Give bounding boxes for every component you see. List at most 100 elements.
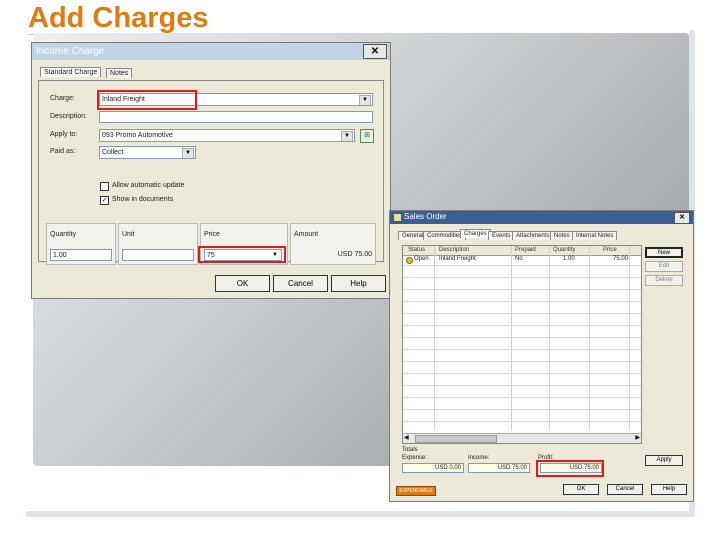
close-icon: ✕ bbox=[370, 46, 380, 57]
horizontal-scrollbar[interactable]: ◀ ▶ bbox=[403, 433, 641, 443]
quantity-label: Quantity bbox=[50, 231, 77, 238]
charge-highlight bbox=[97, 90, 197, 110]
grid-header: Status Description Prepaid Quantity Pric… bbox=[403, 246, 641, 256]
apply-button[interactable]: Apply bbox=[645, 455, 683, 466]
row-divider bbox=[403, 265, 641, 266]
row-divider bbox=[403, 409, 641, 410]
column-header[interactable]: Price bbox=[603, 247, 617, 253]
row-divider bbox=[403, 277, 641, 278]
tab-attachments[interactable]: Attachments bbox=[512, 231, 554, 240]
show-in-documents-label: Show in documents bbox=[112, 196, 174, 203]
sales-order-window: Sales Order ✕ General Commodities Charge… bbox=[389, 210, 694, 502]
description-label: Description: bbox=[50, 113, 87, 120]
tab-charges[interactable]: Charges bbox=[460, 229, 491, 238]
close-button[interactable]: ✕ bbox=[674, 212, 690, 224]
column-header[interactable]: Status bbox=[408, 247, 425, 253]
charges-grid: Status Description Prepaid Quantity Pric… bbox=[402, 245, 642, 444]
row-divider bbox=[403, 325, 641, 326]
sales-order-titlebar: Sales Order ✕ bbox=[390, 211, 693, 224]
column-divider bbox=[629, 246, 630, 431]
charge-label: Charge: bbox=[50, 95, 75, 102]
row-prepaid: No bbox=[515, 256, 523, 262]
show-in-documents-checkbox[interactable]: ✓ bbox=[100, 196, 109, 205]
slide-title: Add Charges bbox=[28, 2, 209, 34]
column-divider bbox=[589, 246, 590, 431]
scroll-right-icon[interactable]: ▶ bbox=[635, 434, 640, 441]
row-status: Open bbox=[414, 256, 429, 262]
scroll-thumb[interactable] bbox=[415, 435, 497, 443]
row-divider bbox=[403, 349, 641, 350]
close-button[interactable]: ✕ bbox=[363, 44, 387, 59]
paid-as-select[interactable]: Collect ▼ bbox=[99, 146, 196, 159]
row-divider bbox=[403, 337, 641, 338]
row-divider bbox=[403, 361, 641, 362]
quantity-input[interactable]: 1.00 bbox=[50, 249, 112, 261]
income-charge-titlebar: Income Charge ✕ bbox=[32, 43, 390, 60]
allow-auto-update-checkbox[interactable] bbox=[100, 182, 109, 191]
help-button[interactable]: Help bbox=[651, 484, 687, 495]
table-row[interactable]: Open Inland Freight No 1.00 75.00 bbox=[403, 256, 641, 264]
row-divider bbox=[403, 301, 641, 302]
column-header[interactable]: Description bbox=[439, 247, 469, 253]
allow-auto-update-label: Allow automatic update bbox=[112, 182, 185, 189]
column-header[interactable]: Quantity bbox=[553, 247, 575, 253]
help-button[interactable]: Help bbox=[331, 275, 386, 292]
scroll-left-icon[interactable]: ◀ bbox=[404, 434, 409, 441]
row-divider bbox=[403, 421, 641, 422]
totals-label: Totals bbox=[402, 447, 418, 453]
chevron-down-icon[interactable]: ▼ bbox=[359, 95, 371, 105]
paid-as-value: Collect bbox=[102, 149, 124, 156]
profit-highlight bbox=[536, 460, 604, 477]
row-divider bbox=[403, 385, 641, 386]
unit-input[interactable] bbox=[122, 249, 194, 261]
chevron-down-icon[interactable]: ▼ bbox=[341, 131, 353, 141]
tab-internal-notes[interactable]: Internal Notes bbox=[572, 231, 618, 240]
status-badge: EXPENDABLE bbox=[396, 486, 436, 496]
description-input[interactable] bbox=[99, 111, 373, 123]
tab-events[interactable]: Events bbox=[488, 231, 515, 240]
amount-value: USD 75.00 bbox=[337, 251, 372, 258]
row-description: Inland Freight bbox=[439, 256, 476, 262]
tab-notes[interactable]: Notes bbox=[106, 68, 133, 78]
income-charge-dialog: Income Charge ✕ Standard Charge Notes Ch… bbox=[31, 42, 391, 299]
apply-to-select[interactable]: 093 Promo Automotive ▼ bbox=[99, 129, 355, 142]
apply-to-value: 093 Promo Automotive bbox=[102, 132, 173, 139]
column-header[interactable]: Prepaid bbox=[515, 247, 536, 253]
amount-label: Amount bbox=[294, 231, 319, 238]
tab-standard-charge[interactable]: Standard Charge bbox=[40, 67, 102, 77]
close-icon: ✕ bbox=[679, 214, 685, 221]
column-divider bbox=[434, 246, 435, 431]
new-button[interactable]: New bbox=[645, 247, 683, 258]
column-divider bbox=[511, 246, 512, 431]
row-quantity: 1.00 bbox=[563, 256, 575, 262]
row-divider bbox=[403, 289, 641, 290]
income-value: USD 75.00 bbox=[468, 463, 530, 473]
delete-button[interactable]: Delete bbox=[645, 275, 683, 286]
dialog-title: Income Charge bbox=[36, 46, 105, 57]
expense-label: Expense: bbox=[402, 455, 428, 461]
quantity-cell: Quantity 1.00 bbox=[46, 223, 116, 265]
unit-label: Unit bbox=[122, 231, 135, 238]
chevron-down-icon[interactable]: ▼ bbox=[182, 148, 194, 158]
edit-button[interactable]: Edit bbox=[645, 261, 683, 272]
tab-notes[interactable]: Notes bbox=[550, 231, 574, 240]
ok-button[interactable]: OK bbox=[563, 484, 599, 495]
row-divider bbox=[403, 397, 641, 398]
price-highlight bbox=[198, 246, 286, 263]
cancel-button[interactable]: Cancel bbox=[607, 484, 643, 495]
row-divider bbox=[403, 373, 641, 374]
income-label: Income: bbox=[468, 455, 490, 461]
amount-cell: Amount USD 75.00 bbox=[290, 223, 376, 265]
window-title: Sales Order bbox=[404, 212, 447, 221]
row-price: 75.00 bbox=[613, 256, 629, 262]
lookup-icon[interactable]: ⊞ bbox=[360, 129, 374, 143]
window-icon bbox=[393, 213, 402, 222]
expense-value: USD 0.00 bbox=[402, 463, 464, 473]
price-label: Price bbox=[204, 231, 220, 238]
ok-button[interactable]: OK bbox=[215, 275, 270, 292]
cancel-button[interactable]: Cancel bbox=[273, 275, 328, 292]
row-divider bbox=[403, 313, 641, 314]
apply-to-label: Apply to: bbox=[50, 131, 78, 138]
paid-as-label: Paid as: bbox=[50, 148, 76, 155]
unit-cell: Unit bbox=[118, 223, 198, 265]
